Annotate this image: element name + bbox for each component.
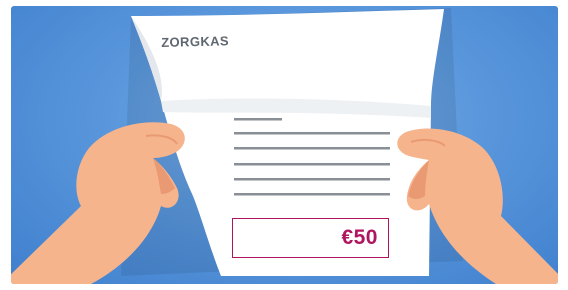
illustration-scene: ZORGKAS €50	[11, 6, 558, 284]
letter-brand: ZORGKAS	[161, 33, 230, 50]
text-line	[234, 147, 390, 150]
text-line	[234, 193, 390, 196]
amount-box: €50	[232, 218, 389, 258]
text-line	[234, 178, 390, 181]
amount-value: €50	[341, 226, 378, 249]
text-line	[234, 163, 390, 166]
text-line	[234, 132, 390, 135]
text-line-short	[234, 118, 282, 121]
